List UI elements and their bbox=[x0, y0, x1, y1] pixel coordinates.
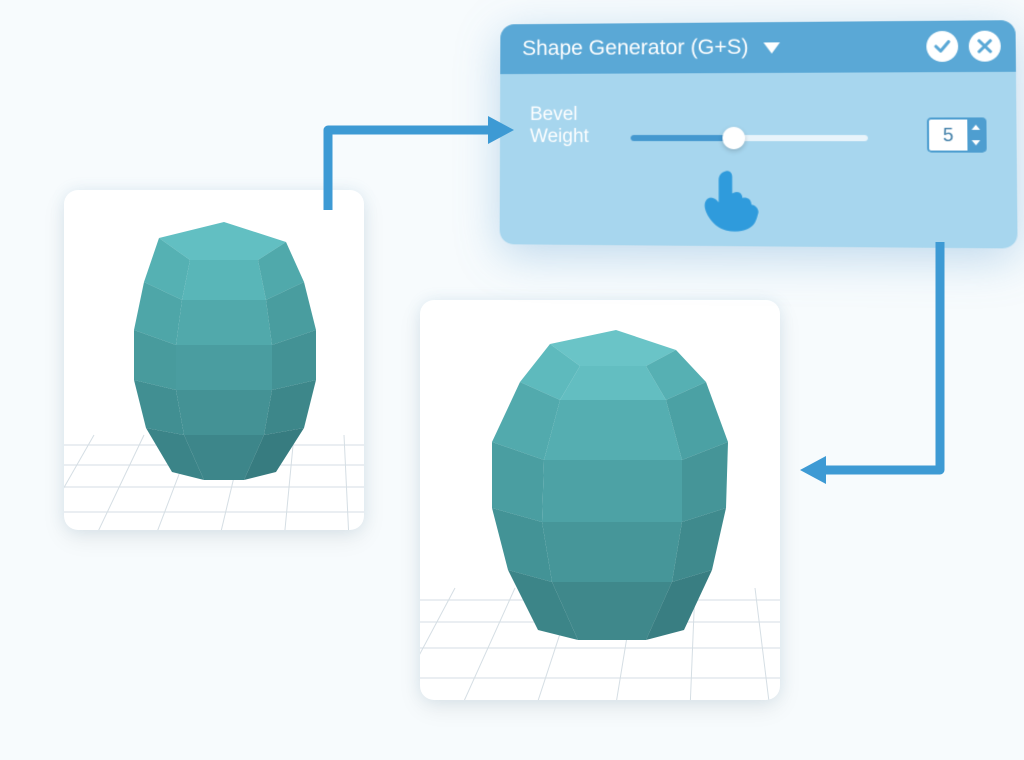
check-icon bbox=[933, 37, 952, 56]
chevron-down-icon[interactable] bbox=[763, 42, 780, 53]
bevel-weight-slider[interactable] bbox=[631, 128, 868, 149]
preview-before-canvas bbox=[64, 190, 364, 530]
bevel-weight-label: Bevel Weight bbox=[530, 104, 589, 148]
preview-after-canvas bbox=[420, 300, 780, 700]
shape-after bbox=[492, 330, 728, 640]
shape-before bbox=[134, 222, 316, 480]
arrow-panel-to-after bbox=[790, 230, 990, 510]
panel-title: Shape Generator (G+S) bbox=[522, 35, 748, 61]
preview-after-card bbox=[420, 300, 780, 700]
panel-titlebar[interactable]: Shape Generator (G+S) bbox=[500, 20, 1016, 74]
bevel-weight-stepper[interactable]: 5 bbox=[927, 117, 987, 152]
stepper-up-button[interactable] bbox=[967, 120, 984, 136]
stepper-down-button[interactable] bbox=[967, 135, 984, 151]
close-button[interactable] bbox=[969, 31, 1001, 62]
slider-fill bbox=[631, 135, 734, 141]
preview-before-card bbox=[64, 190, 364, 530]
confirm-button[interactable] bbox=[926, 31, 958, 62]
panel-body: Bevel Weight 5 bbox=[500, 72, 1018, 249]
slider-thumb[interactable] bbox=[723, 127, 746, 149]
shape-generator-panel: Shape Generator (G+S) Bevel Weight bbox=[500, 20, 1018, 248]
bevel-weight-value[interactable]: 5 bbox=[929, 120, 967, 151]
close-icon bbox=[975, 37, 994, 56]
cursor-hand-icon bbox=[692, 164, 764, 236]
